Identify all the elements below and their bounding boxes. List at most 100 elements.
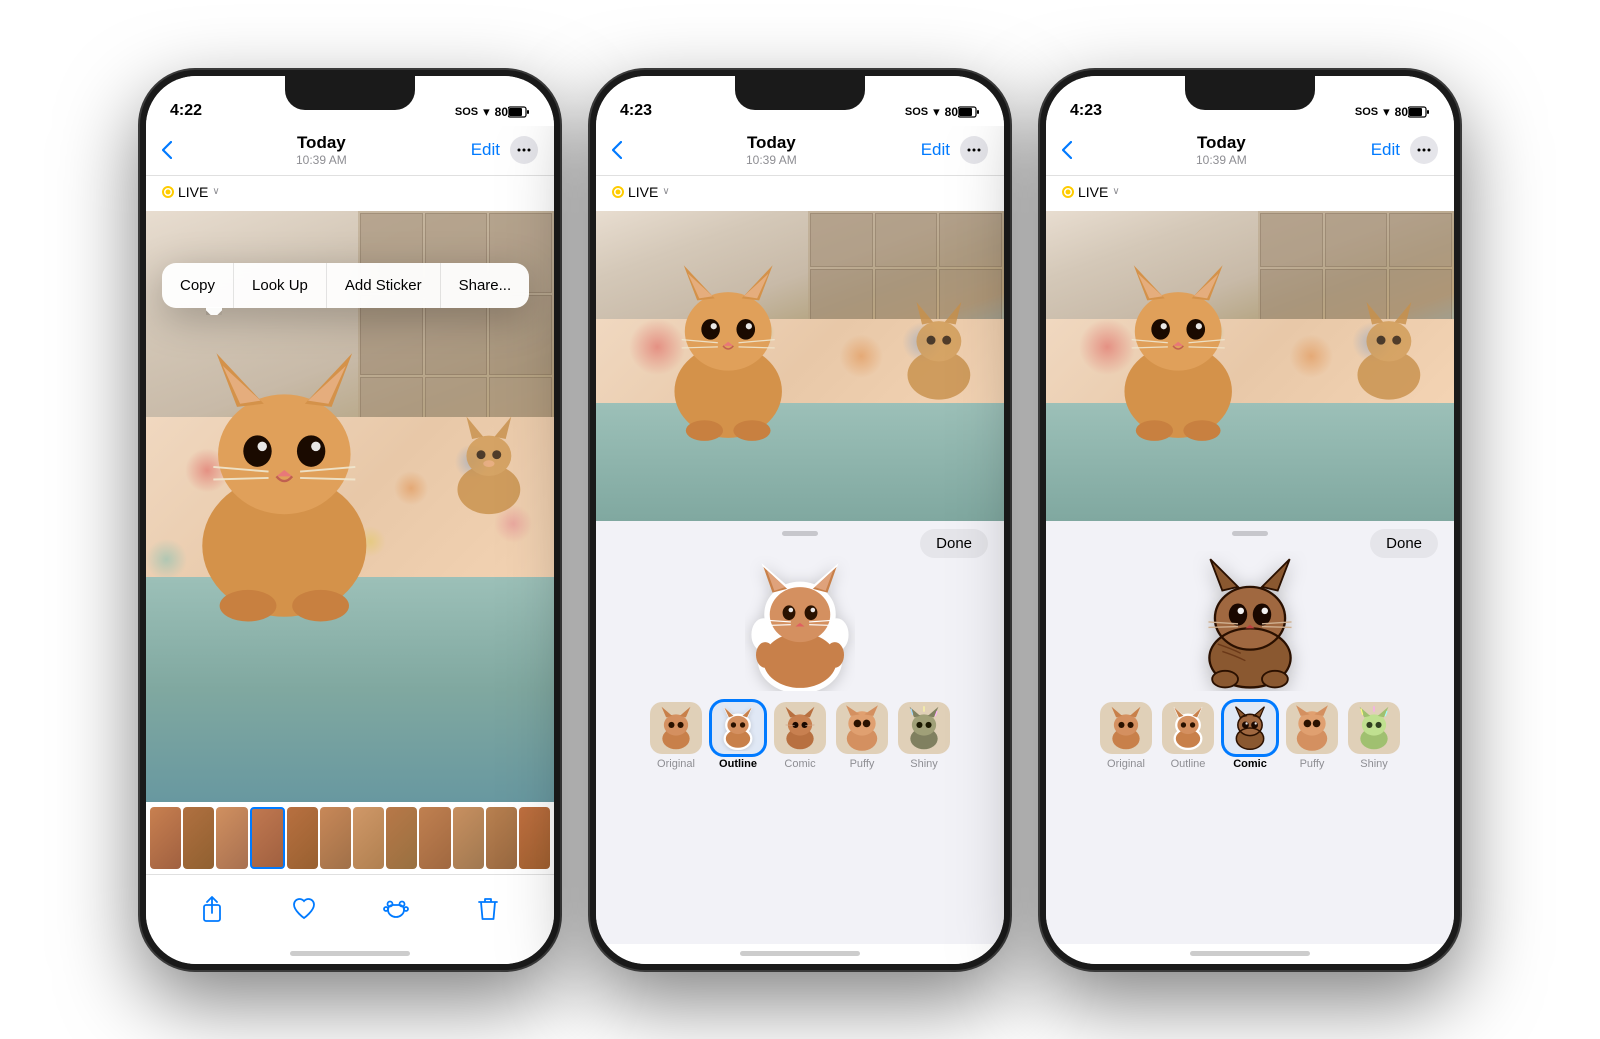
sticker-preview-3 xyxy=(1190,556,1310,686)
delete-button[interactable] xyxy=(466,887,510,931)
share-button[interactable] xyxy=(190,887,234,931)
thumbnail-9[interactable] xyxy=(419,807,450,869)
sos-label-3: SOS xyxy=(1355,106,1378,118)
thumbnail-1[interactable] xyxy=(150,807,181,869)
thumbnail-6[interactable] xyxy=(320,807,351,869)
wifi-icon: ▾ xyxy=(483,104,490,120)
thumbnail-4[interactable] xyxy=(250,807,285,869)
nav-bar-3: Today 10:39 AM Edit xyxy=(1046,126,1454,176)
back-button-2[interactable] xyxy=(612,141,622,159)
sticker-thumb-puffy-3[interactable] xyxy=(1286,702,1338,754)
nav-bar-2: Today 10:39 AM Edit xyxy=(596,126,1004,176)
notch xyxy=(285,76,415,110)
wifi-icon-3: ▾ xyxy=(1383,104,1390,120)
back-button-3[interactable] xyxy=(1062,141,1072,159)
photo-area-2[interactable] xyxy=(596,211,1004,521)
edit-button-2[interactable]: Edit xyxy=(921,140,950,160)
sticker-option-shiny-3[interactable]: Shiny xyxy=(1348,702,1400,770)
sticker-option-shiny[interactable]: Shiny xyxy=(898,702,950,770)
sticker-option-comic[interactable]: Comic xyxy=(774,702,826,770)
sticker-panel-3: Done xyxy=(1046,521,1454,944)
sticker-thumb-outline-3[interactable] xyxy=(1162,702,1214,754)
sticker-thumb-puffy[interactable] xyxy=(836,702,888,754)
sticker-option-outline[interactable]: Outline xyxy=(712,702,764,770)
thumbnail-8[interactable] xyxy=(386,807,417,869)
back-button[interactable] xyxy=(162,141,172,159)
sticker-label-shiny: Shiny xyxy=(910,758,938,770)
nav-actions-3: Edit xyxy=(1371,136,1438,164)
sos-label-2: SOS xyxy=(905,106,928,118)
context-menu-lookup[interactable]: Look Up xyxy=(234,263,327,308)
pet-button[interactable] xyxy=(374,887,418,931)
sos-label: SOS xyxy=(455,106,478,118)
more-button-2[interactable] xyxy=(960,136,988,164)
sticker-label-outline: Outline xyxy=(719,758,757,770)
status-time-2: 4:23 xyxy=(620,102,652,120)
drag-handle-3[interactable] xyxy=(1232,531,1268,536)
sticker-option-puffy-3[interactable]: Puffy xyxy=(1286,702,1338,770)
sticker-label-original-3: Original xyxy=(1107,758,1145,770)
live-bar-3: LIVE ∨ xyxy=(1046,176,1454,211)
sticker-thumb-original[interactable] xyxy=(650,702,702,754)
context-menu: Copy Look Up Add Sticker Share... xyxy=(162,263,529,308)
thumbnail-10[interactable] xyxy=(453,807,484,869)
sticker-label-original: Original xyxy=(657,758,695,770)
done-button-3[interactable]: Done xyxy=(1370,529,1438,558)
thumbnail-7[interactable] xyxy=(353,807,384,869)
wifi-icon-2: ▾ xyxy=(933,104,940,120)
sticker-options-2: Original xyxy=(640,694,960,782)
sticker-label-comic: Comic xyxy=(784,758,815,770)
sticker-option-outline-3[interactable]: Outline xyxy=(1162,702,1214,770)
drag-handle-2[interactable] xyxy=(782,531,818,536)
thumbnail-strip xyxy=(146,802,554,874)
sticker-thumb-comic-3[interactable] xyxy=(1224,702,1276,754)
sticker-thumb-comic[interactable] xyxy=(774,702,826,754)
sticker-thumb-shiny-3[interactable] xyxy=(1348,702,1400,754)
bottom-toolbar xyxy=(146,874,554,944)
phone-3: 4:23 SOS ▾ 80 Today 10:39 AM xyxy=(1040,70,1460,970)
battery-icon-2: 80 xyxy=(945,105,980,119)
done-button-2[interactable]: Done xyxy=(920,529,988,558)
edit-button-3[interactable]: Edit xyxy=(1371,140,1400,160)
context-menu-share[interactable]: Share... xyxy=(441,263,530,308)
sticker-thumb-original-3[interactable] xyxy=(1100,702,1152,754)
context-menu-copy[interactable]: Copy xyxy=(162,263,234,308)
sticker-option-puffy[interactable]: Puffy xyxy=(836,702,888,770)
live-dot-icon-3 xyxy=(1062,186,1074,198)
more-button[interactable] xyxy=(510,136,538,164)
thumbnail-12[interactable] xyxy=(519,807,550,869)
sticker-thumb-shiny[interactable] xyxy=(898,702,950,754)
notch-3 xyxy=(1185,76,1315,110)
live-badge-3[interactable]: LIVE ∨ xyxy=(1062,184,1120,200)
photo-area[interactable]: Copy Look Up Add Sticker Share... xyxy=(146,211,554,802)
sticker-option-comic-3[interactable]: Comic xyxy=(1224,702,1276,770)
sticker-label-puffy-3: Puffy xyxy=(1300,758,1325,770)
thumbnail-11[interactable] xyxy=(486,807,517,869)
sticker-thumb-outline[interactable] xyxy=(712,702,764,754)
home-indicator-2 xyxy=(596,944,1004,964)
edit-button[interactable]: Edit xyxy=(471,140,500,160)
status-icons-2: SOS ▾ 80 xyxy=(905,104,980,120)
live-badge[interactable]: LIVE ∨ xyxy=(162,184,220,200)
more-button-3[interactable] xyxy=(1410,136,1438,164)
live-bar: LIVE ∨ xyxy=(146,176,554,211)
sticker-label-outline-3: Outline xyxy=(1171,758,1206,770)
nav-title: Today 10:39 AM xyxy=(296,133,347,167)
thumbnail-2[interactable] xyxy=(183,807,214,869)
live-badge-2[interactable]: LIVE ∨ xyxy=(612,184,670,200)
sticker-option-original[interactable]: Original xyxy=(650,702,702,770)
photo-area-3[interactable] xyxy=(1046,211,1454,521)
status-icons-3: SOS ▾ 80 xyxy=(1355,104,1430,120)
sticker-option-original-3[interactable]: Original xyxy=(1100,702,1152,770)
nav-title-3: Today 10:39 AM xyxy=(1196,133,1247,167)
sticker-label-shiny-3: Shiny xyxy=(1360,758,1388,770)
sticker-panel-2: Done xyxy=(596,521,1004,944)
home-indicator-3 xyxy=(1046,944,1454,964)
status-icons: SOS ▾ 80 xyxy=(455,104,530,120)
thumbnail-5[interactable] xyxy=(287,807,318,869)
thumbnail-3[interactable] xyxy=(216,807,247,869)
like-button[interactable] xyxy=(282,887,326,931)
battery-icon-3: 80 xyxy=(1395,105,1430,119)
home-indicator xyxy=(146,944,554,964)
context-menu-add-sticker[interactable]: Add Sticker xyxy=(327,263,441,308)
